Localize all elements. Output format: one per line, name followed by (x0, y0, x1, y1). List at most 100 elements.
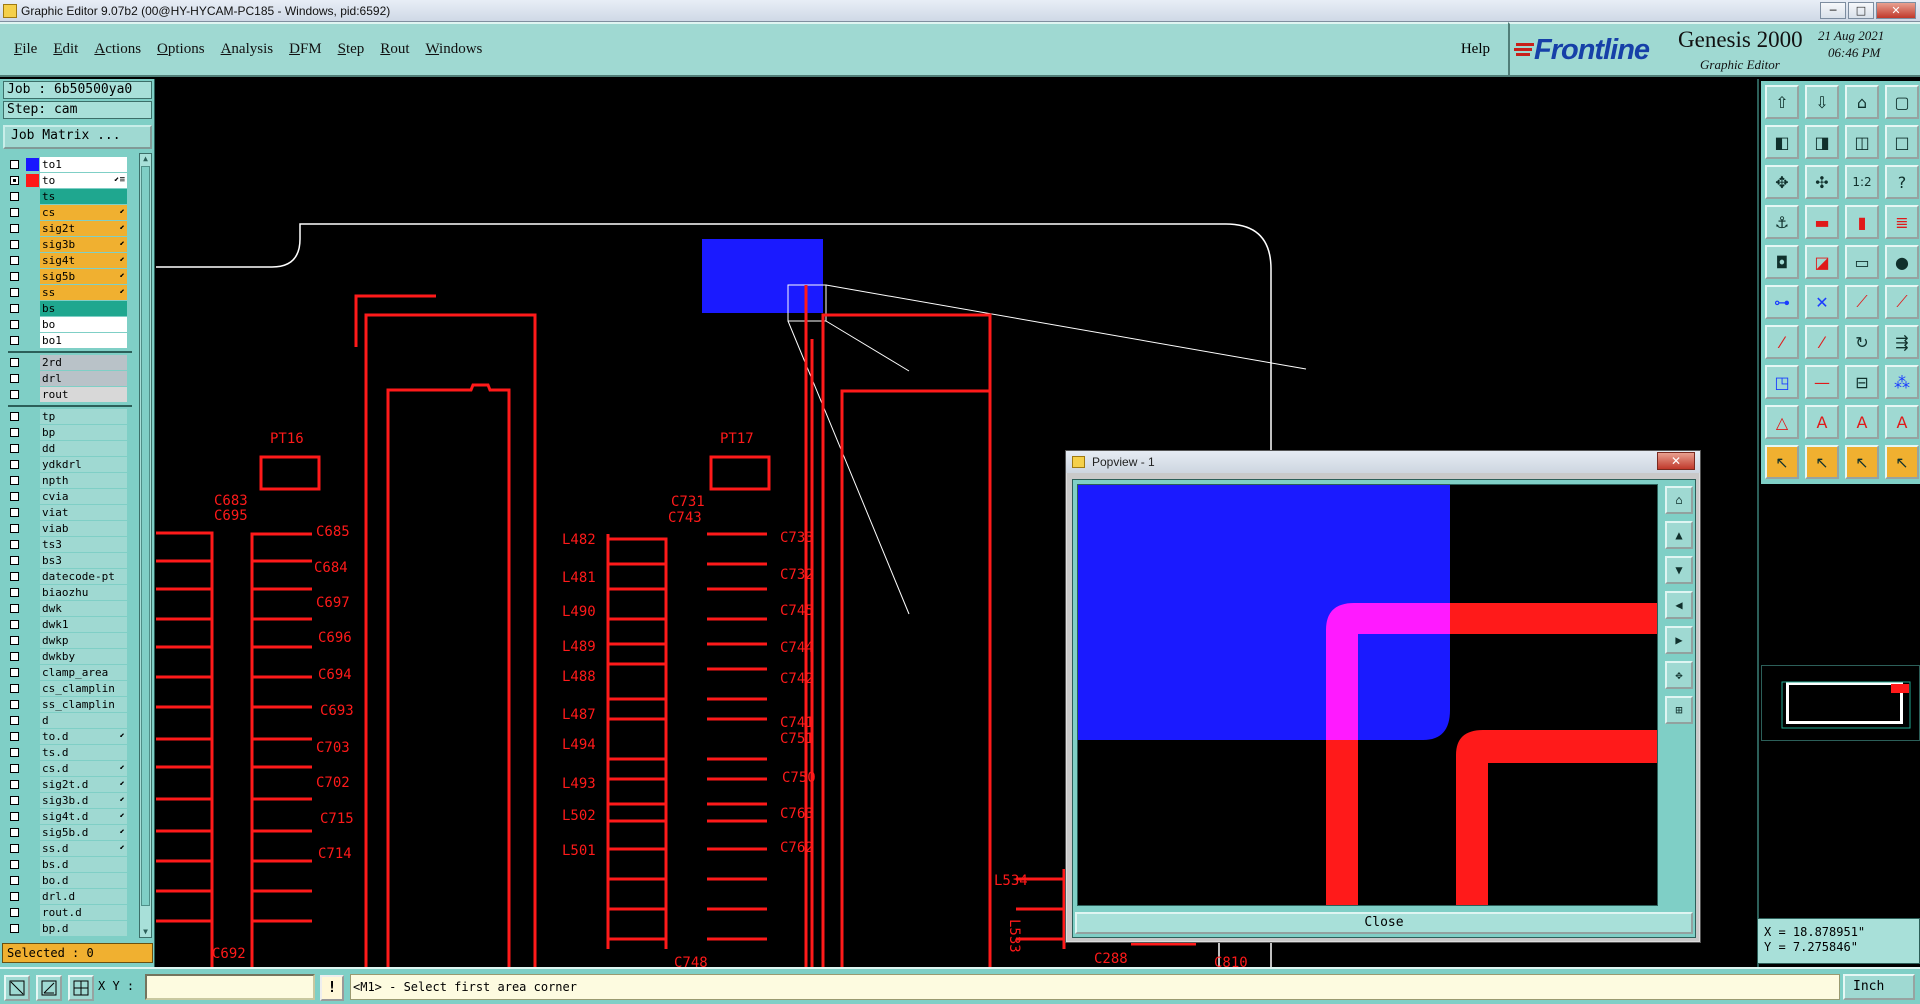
layer-row[interactable]: sig4t ⬋ (4, 253, 141, 268)
point-button[interactable]: ⟋ (1885, 285, 1919, 319)
layer-scrollbar[interactable]: ▲ ▼ (139, 153, 152, 938)
window-right-button[interactable]: ◨ (1805, 125, 1839, 159)
layer-name[interactable]: sig5b.d ⬋ (40, 825, 127, 840)
layer-row[interactable]: dwkby (4, 649, 141, 664)
layer-name[interactable]: ydkdrl (40, 457, 127, 472)
layer-row[interactable]: sig2t.d ⬋ (4, 777, 141, 792)
scroll-up-icon[interactable]: ▲ (140, 154, 151, 164)
layer-row[interactable]: dwk (4, 601, 141, 616)
layer-checkbox[interactable] (10, 892, 19, 901)
layer-row[interactable]: sig5b.d ⬋ (4, 825, 141, 840)
layer-checkbox[interactable] (10, 732, 19, 741)
layer-checkbox[interactable] (10, 240, 19, 249)
triangle-outline-button[interactable]: △ (1765, 405, 1799, 439)
layer-checkbox[interactable] (10, 390, 19, 399)
layer-checkbox[interactable] (10, 556, 19, 565)
triangle-a-button[interactable]: A (1805, 405, 1839, 439)
segment-button[interactable]: ⟋ (1845, 285, 1879, 319)
layer-row[interactable]: bs3 (4, 553, 141, 568)
layer-checkbox[interactable] (10, 524, 19, 533)
layer-name[interactable]: dd (40, 441, 127, 456)
horizontal-line-button[interactable]: — (1805, 365, 1839, 399)
layer-row[interactable]: d (4, 713, 141, 728)
layer-checkbox[interactable] (10, 780, 19, 789)
triangle-c-button[interactable]: A (1885, 405, 1919, 439)
navigation-minimap[interactable] (1761, 665, 1920, 741)
layer-checkbox[interactable] (10, 844, 19, 853)
layer-row[interactable]: rout.d (4, 905, 141, 920)
layer-checkbox[interactable] (10, 428, 19, 437)
layer-name[interactable]: sig2t ⬋ (40, 221, 127, 236)
layer-name[interactable]: drl (40, 371, 127, 386)
popview-close-icon[interactable]: ✕ (1657, 452, 1695, 470)
single-window-button[interactable]: □ (1885, 125, 1919, 159)
layer-row[interactable]: cvia (4, 489, 141, 504)
menu-rout[interactable]: Rout (380, 41, 409, 58)
layer-name[interactable]: viat (40, 505, 127, 520)
menu-actions[interactable]: Actions (94, 41, 141, 58)
house-button[interactable]: ⌂ (1845, 85, 1879, 119)
layer-checkbox[interactable] (10, 160, 19, 169)
graphic-canvas[interactable]: PT16 PT17 C683 C695 C685 C684 C697 C696 C694 C693… (156, 79, 1756, 967)
layer-name[interactable]: 2rd (40, 355, 127, 370)
layer-name[interactable]: to.d ⬋ (40, 729, 127, 744)
layer-name[interactable]: npth (40, 473, 127, 488)
layer-row[interactable]: to1 (4, 157, 141, 172)
pointer-alt-button[interactable]: ↖ (1805, 445, 1839, 479)
layer-checkbox[interactable] (10, 700, 19, 709)
layer-name[interactable]: to1 (40, 157, 127, 172)
layer-checkbox[interactable] (10, 476, 19, 485)
layer-name[interactable]: biaozhu (40, 585, 127, 600)
layer-row[interactable]: bs (4, 301, 141, 316)
layer-row[interactable]: bs.d (4, 857, 141, 872)
layer-name[interactable]: bp (40, 425, 127, 440)
maximize-button[interactable]: □ (1848, 2, 1874, 19)
layer-name[interactable]: bs (40, 301, 127, 316)
popview-close-button[interactable]: Close (1075, 912, 1693, 934)
layer-name[interactable]: ts3 (40, 537, 127, 552)
menu-step[interactable]: Step (338, 41, 365, 58)
layer-checkbox[interactable] (10, 796, 19, 805)
layer-row[interactable]: bp.d (4, 921, 141, 936)
layer-row[interactable]: ydkdrl (4, 457, 141, 472)
layer-checkbox[interactable] (10, 272, 19, 281)
layer-row[interactable]: datecode-pt (4, 569, 141, 584)
layer-checkbox[interactable] (10, 374, 19, 383)
layer-checkbox[interactable] (10, 508, 19, 517)
layer-checkbox[interactable] (10, 336, 19, 345)
layer-name[interactable]: sig5b ⬋ (40, 269, 127, 284)
pointer-select-button[interactable]: ↖ (1845, 445, 1879, 479)
layer-name[interactable]: drl.d (40, 889, 127, 904)
layer-checkbox[interactable] (10, 444, 19, 453)
layer-name[interactable]: viab (40, 521, 127, 536)
layer-name[interactable]: to ⬋≡ (40, 173, 127, 188)
scroll-thumb[interactable] (141, 166, 150, 906)
layer-checkbox[interactable] (10, 358, 19, 367)
pad-array-button[interactable]: ⁂ (1885, 365, 1919, 399)
layer-name[interactable]: d (40, 713, 127, 728)
menu-help[interactable]: Help (1461, 41, 1490, 58)
menu-options[interactable]: Options (157, 41, 205, 58)
measure-button[interactable]: ▮ (1845, 205, 1879, 239)
layer-row[interactable]: ts.d (4, 745, 141, 760)
home-down-button[interactable]: ⇩ (1805, 85, 1839, 119)
layer-checkbox[interactable] (10, 604, 19, 613)
layer-checkbox[interactable] (10, 492, 19, 501)
layer-name[interactable]: bs.d (40, 857, 127, 872)
layer-row[interactable]: dwkp (4, 633, 141, 648)
layer-row[interactable]: biaozhu (4, 585, 141, 600)
layer-name[interactable]: sig4t.d ⬋ (40, 809, 127, 824)
scale-1-2-button[interactable]: 1:2 (1845, 165, 1879, 199)
layer-row[interactable]: ss ⬋ (4, 285, 141, 300)
window-button[interactable]: ▢ (1885, 85, 1919, 119)
layer-color-swatch[interactable] (26, 158, 39, 171)
bus-button[interactable]: ⇶ (1885, 325, 1919, 359)
layer-checkbox[interactable] (10, 924, 19, 933)
popview-canvas[interactable] (1077, 484, 1658, 906)
layer-name[interactable]: clamp_area (40, 665, 127, 680)
pan-up-button[interactable]: ▲ (1665, 521, 1693, 549)
layer-name[interactable]: ss.d ⬋ (40, 841, 127, 856)
connect-button[interactable]: ⊶ (1765, 285, 1799, 319)
layer-row[interactable]: cs_clamplin (4, 681, 141, 696)
layer-name[interactable]: ts.d (40, 745, 127, 760)
